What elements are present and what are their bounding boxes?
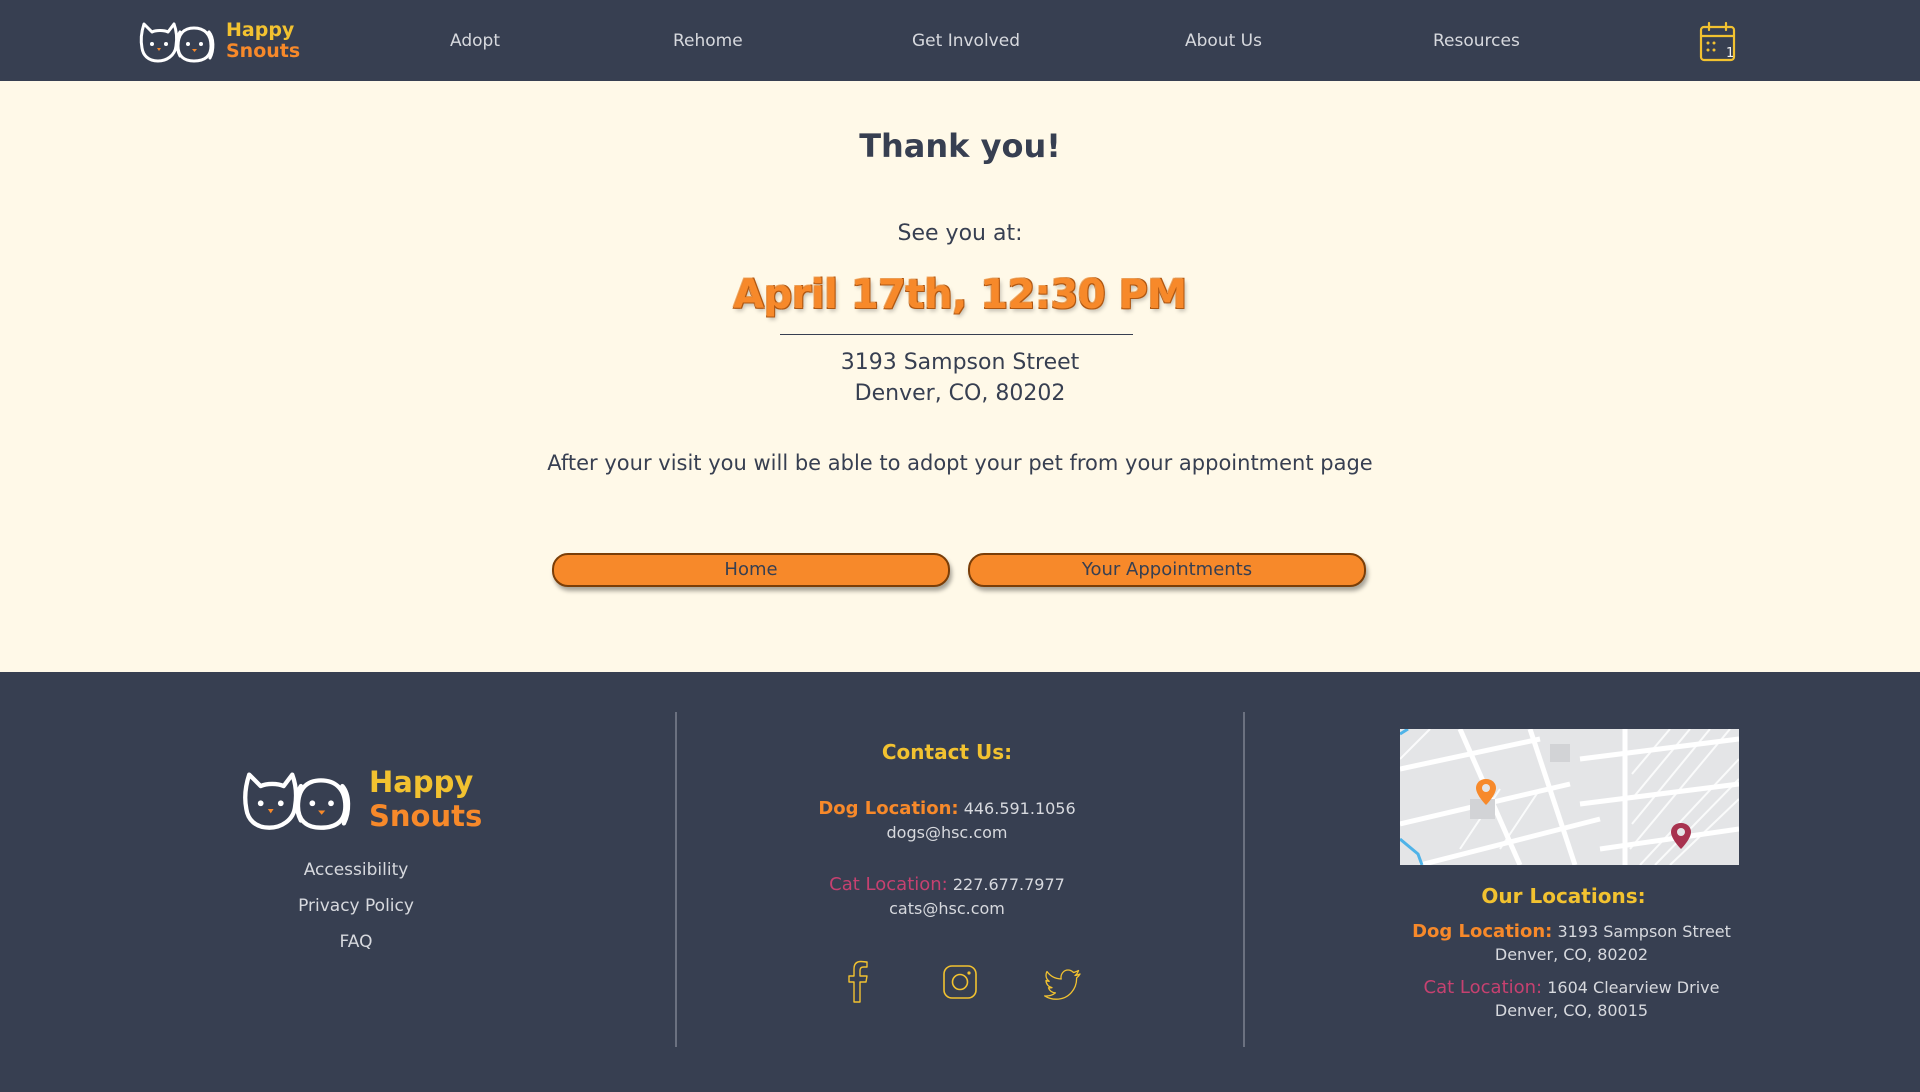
appointment-datetime: April 17th, 12:30 PM [733,272,1187,318]
logo[interactable]: Happy Snouts [138,18,300,64]
footer-link-privacy-policy[interactable]: Privacy Policy [0,896,712,916]
dog-phone[interactable]: 446.591.1056 [964,799,1076,818]
appointment-address-city: Denver, CO, 80202 [854,381,1066,406]
adoption-info-text: After your visit you will be able to ado… [547,451,1373,475]
locations-map[interactable] [1400,729,1739,865]
footer-link-accessibility[interactable]: Accessibility [0,860,712,880]
dog-location-city: Denver, CO, 80202 [1494,945,1649,964]
divider [780,334,1133,335]
cat-email[interactable]: cats@hsc.com [676,899,1218,918]
see-you-text: See you at: [897,221,1023,246]
instagram-icon[interactable] [940,960,980,1004]
twitter-icon[interactable] [1044,960,1084,1004]
nav-resources[interactable]: Resources [1433,31,1520,51]
home-button[interactable]: Home [552,553,950,587]
cat-location-street: 1604 Clearview Drive [1547,978,1720,997]
page-title: Thank you! [859,127,1061,165]
nav-get-involved[interactable]: Get Involved [912,31,1020,51]
nav-rehome[interactable]: Rehome [673,31,743,51]
cat-location-line: Cat Location: 1604 Clearview Drive [1396,977,1747,998]
dog-location-label: Dog Location: [1412,921,1553,942]
pets-logo-icon [139,22,215,63]
logo-word-snouts: Snouts [369,799,483,833]
dog-email[interactable]: dogs@hsc.com [676,823,1218,842]
nav-about-us[interactable]: About Us [1185,31,1262,51]
dog-location-line: Dog Location: 3193 Sampson Street [1396,921,1747,942]
dog-location-label: Dog Location: [818,798,959,819]
locations-heading: Our Locations: [1481,884,1646,908]
pets-logo-icon [243,772,351,830]
logo-word-snouts: Snouts [226,40,301,62]
confirmation-panel [0,81,1920,672]
map-graphic [1400,729,1739,865]
dog-location-street: 3193 Sampson Street [1557,922,1731,941]
nav-adopt[interactable]: Adopt [450,31,500,51]
cat-location-city: Denver, CO, 80015 [1494,1001,1649,1020]
top-nav-bar: Happy Snouts Adopt Rehome Get Involved A… [0,0,1920,81]
cat-location-label: Cat Location: [1423,977,1543,998]
logo-word-happy: Happy [226,19,295,41]
footer-logo[interactable]: Happy Snouts [239,765,482,833]
logo-word-happy: Happy [369,765,474,799]
footer-logo-text: Happy Snouts [369,765,482,833]
logo-text: Happy Snouts [226,20,300,62]
your-appointments-button[interactable]: Your Appointments [968,553,1366,587]
footer-link-faq[interactable]: FAQ [0,932,712,952]
cat-phone[interactable]: 227.677.7977 [953,875,1065,894]
calendar-count-badge: 1 [1726,46,1735,61]
cat-location-label: Cat Location: [829,874,948,895]
footer-divider-right [1243,712,1245,1047]
appointment-address-street: 3193 Sampson Street [840,350,1080,375]
contact-dog-line: Dog Location: 446.591.1056 [676,798,1218,819]
contact-cat-line: Cat Location: 227.677.7977 [676,874,1218,895]
contact-heading: Contact Us: [881,740,1013,764]
facebook-icon[interactable] [837,960,877,1004]
